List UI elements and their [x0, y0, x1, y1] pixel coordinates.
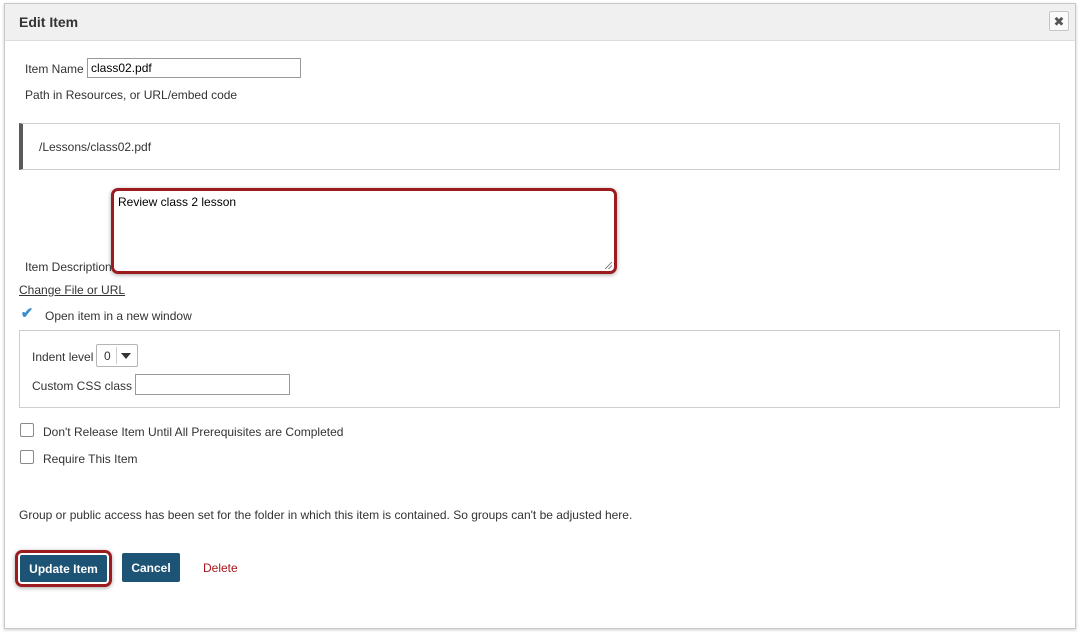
open-new-window-checkbox[interactable]: ✔ [20, 306, 34, 321]
dialog-title: Edit Item [19, 14, 79, 30]
path-value: /Lessons/class02.pdf [39, 140, 152, 154]
require-item-label: Require This Item [43, 452, 138, 466]
change-file-link[interactable]: Change File or URL [19, 283, 125, 297]
css-class-label: Custom CSS class [32, 379, 133, 393]
item-name-input[interactable] [87, 58, 301, 78]
update-highlight: Update Item [15, 550, 112, 587]
indent-level-select[interactable]: 0 [96, 344, 138, 367]
chevron-down-icon [121, 353, 131, 359]
delete-link[interactable]: Delete [203, 561, 238, 575]
select-divider [116, 347, 117, 364]
require-item-checkbox[interactable] [20, 450, 34, 464]
item-description-textarea[interactable]: Review class 2 lesson [114, 191, 614, 271]
item-name-label: Item Name [25, 62, 84, 76]
open-new-window-label: Open item in a new window [45, 309, 192, 323]
advanced-options-box [19, 330, 1060, 408]
update-item-button[interactable]: Update Item [20, 555, 107, 582]
prerequisites-label: Don't Release Item Until All Prerequisit… [43, 425, 344, 439]
item-description-label: Item Description [25, 260, 112, 274]
path-display: /Lessons/class02.pdf [19, 123, 1060, 170]
css-class-input[interactable] [135, 374, 290, 395]
prerequisites-checkbox[interactable] [20, 423, 34, 437]
cancel-button[interactable]: Cancel [122, 553, 180, 582]
indent-level-value: 0 [104, 349, 111, 363]
description-highlight: Review class 2 lesson [111, 188, 617, 274]
resize-grip-icon[interactable] [605, 262, 612, 269]
close-icon[interactable]: ✖ [1049, 11, 1069, 31]
group-access-note: Group or public access has been set for … [19, 508, 633, 522]
dialog-titlebar: Edit Item ✖ [5, 4, 1075, 41]
path-label: Path in Resources, or URL/embed code [25, 88, 238, 102]
indent-level-label: Indent level [32, 350, 94, 364]
